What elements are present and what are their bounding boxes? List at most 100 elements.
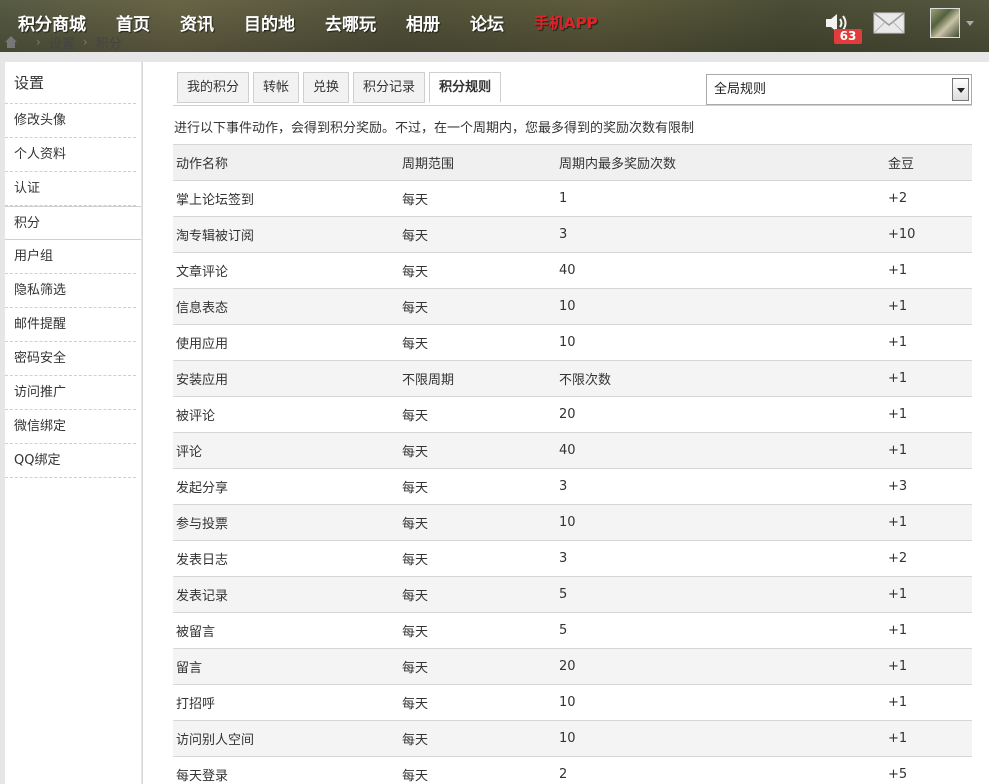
sidebar-item-qq[interactable]: QQ绑定 xyxy=(5,444,136,478)
cell-action-name: 发表日志 xyxy=(173,540,399,577)
cell-gold-beans: +1 xyxy=(885,576,972,613)
notification-badge[interactable]: 63 xyxy=(834,29,862,44)
cell-period: 每天 xyxy=(399,720,556,757)
cell-gold-beans: +2 xyxy=(885,180,972,217)
sidebar-item-password[interactable]: 密码安全 xyxy=(5,342,136,376)
cell-gold-beans: +1 xyxy=(885,360,972,397)
sidebar-item-points[interactable]: 积分 xyxy=(5,206,141,240)
cell-period: 每天 xyxy=(399,576,556,613)
user-avatar[interactable] xyxy=(930,8,960,38)
breadcrumb-settings[interactable]: 设置 xyxy=(49,33,75,52)
table-row: 访问别人空间 每天 10 +1 xyxy=(173,720,972,757)
cell-max-rewards: 10 xyxy=(556,324,885,361)
column-header-gold-beans: 金豆 xyxy=(885,144,972,181)
cell-max-rewards: 10 xyxy=(556,720,885,757)
column-header-max-rewards: 周期内最多奖励次数 xyxy=(556,144,885,181)
nav-item-where-to-go[interactable]: 去哪玩 xyxy=(325,8,376,36)
cell-action-name: 每天登录 xyxy=(173,756,399,784)
nav-item-mobile-app[interactable]: 手机APP xyxy=(534,8,598,36)
cell-gold-beans: +1 xyxy=(885,720,972,757)
cell-max-rewards: 不限次数 xyxy=(556,360,885,397)
points-tabs: 我的积分 转帐 兑换 积分记录 积分规则 xyxy=(177,72,505,103)
nav-item-album[interactable]: 相册 xyxy=(406,8,440,36)
table-row: 掌上论坛签到 每天 1 +2 xyxy=(173,180,972,217)
cell-max-rewards: 3 xyxy=(556,540,885,577)
sidebar-item-avatar[interactable]: 修改头像 xyxy=(5,104,136,138)
sidebar-item-referral[interactable]: 访问推广 xyxy=(5,376,136,410)
cell-action-name: 评论 xyxy=(173,432,399,469)
sidebar-title: 设置 xyxy=(5,62,136,104)
cell-max-rewards: 1 xyxy=(556,180,885,217)
mail-icon[interactable] xyxy=(873,12,905,34)
cell-max-rewards: 5 xyxy=(556,576,885,613)
cell-gold-beans: +1 xyxy=(885,288,972,325)
cell-gold-beans: +10 xyxy=(885,216,972,253)
tab-divider xyxy=(173,105,972,106)
sidebar-item-profile[interactable]: 个人资料 xyxy=(5,138,136,172)
table-row: 使用应用 每天 10 +1 xyxy=(173,324,972,361)
cell-period: 每天 xyxy=(399,540,556,577)
tab-points-rules[interactable]: 积分规则 xyxy=(429,72,502,103)
chevron-down-icon[interactable] xyxy=(952,78,969,101)
cell-action-name: 留言 xyxy=(173,648,399,685)
cell-gold-beans: +1 xyxy=(885,432,972,469)
cell-max-rewards: 10 xyxy=(556,684,885,721)
chevron-down-icon[interactable] xyxy=(966,21,974,26)
rules-notice: 进行以下事件动作，会得到积分奖励。不过，在一个周期内，您最多得到的奖励次数有限制 xyxy=(174,121,695,136)
tab-points-log[interactable]: 积分记录 xyxy=(353,72,426,103)
nav-item-news[interactable]: 资讯 xyxy=(180,8,214,36)
table-row: 安装应用 不限周期 不限次数 +1 xyxy=(173,360,972,397)
cell-period: 每天 xyxy=(399,684,556,721)
cell-max-rewards: 2 xyxy=(556,756,885,784)
tab-my-points[interactable]: 我的积分 xyxy=(177,72,250,103)
nav-item-destination[interactable]: 目的地 xyxy=(244,8,295,36)
cell-period: 每天 xyxy=(399,324,556,361)
cell-period: 每天 xyxy=(399,252,556,289)
cell-action-name: 被留言 xyxy=(173,612,399,649)
table-row: 评论 每天 40 +1 xyxy=(173,432,972,469)
breadcrumb: › 设置 › 积分 xyxy=(4,33,122,52)
cell-max-rewards: 10 xyxy=(556,504,885,541)
cell-gold-beans: +1 xyxy=(885,252,972,289)
home-icon[interactable] xyxy=(4,36,18,48)
rule-scope-value: 全局规则 xyxy=(714,82,767,97)
sidebar-item-email-alerts[interactable]: 邮件提醒 xyxy=(5,308,136,342)
rule-scope-select[interactable]: 全局规则 xyxy=(706,74,972,105)
cell-max-rewards: 5 xyxy=(556,612,885,649)
table-row: 留言 每天 20 +1 xyxy=(173,648,972,685)
sidebar-item-usergroup[interactable]: 用户组 xyxy=(5,240,136,274)
sidebar-item-wechat[interactable]: 微信绑定 xyxy=(5,410,136,444)
cell-action-name: 掌上论坛签到 xyxy=(173,180,399,217)
settings-sidebar: 设置 修改头像 个人资料 认证 积分 用户组 隐私筛选 邮件提醒 密码安全 访问… xyxy=(5,62,141,784)
cell-period: 每天 xyxy=(399,216,556,253)
main-nav: 积分商城 首页 资讯 目的地 去哪玩 相册 论坛 手机APP xyxy=(0,8,610,36)
cell-period: 每天 xyxy=(399,648,556,685)
tab-transfer[interactable]: 转帐 xyxy=(253,72,300,103)
cell-max-rewards: 20 xyxy=(556,648,885,685)
cell-gold-beans: +3 xyxy=(885,468,972,505)
cell-gold-beans: +1 xyxy=(885,648,972,685)
sidebar-item-privacy[interactable]: 隐私筛选 xyxy=(5,274,136,308)
column-header-action: 动作名称 xyxy=(173,144,399,181)
cell-action-name: 被评论 xyxy=(173,396,399,433)
table-row: 淘专辑被订阅 每天 3 +10 xyxy=(173,216,972,253)
tab-exchange[interactable]: 兑换 xyxy=(303,72,350,103)
cell-period: 每天 xyxy=(399,288,556,325)
breadcrumb-separator: › xyxy=(36,35,41,49)
cell-action-name: 信息表态 xyxy=(173,288,399,325)
cell-period: 每天 xyxy=(399,396,556,433)
table-header-row: 动作名称 周期范围 周期内最多奖励次数 金豆 xyxy=(173,144,972,181)
cell-gold-beans: +1 xyxy=(885,684,972,721)
table-row: 发表记录 每天 5 +1 xyxy=(173,576,972,613)
table-row: 打招呼 每天 10 +1 xyxy=(173,684,972,721)
nav-item-forum[interactable]: 论坛 xyxy=(470,8,504,36)
table-row: 每天登录 每天 2 +5 xyxy=(173,756,972,784)
cell-period: 不限周期 xyxy=(399,360,556,397)
cell-action-name: 发起分享 xyxy=(173,468,399,505)
breadcrumb-separator: › xyxy=(82,35,88,49)
sidebar-item-verification[interactable]: 认证 xyxy=(5,172,136,206)
cell-max-rewards: 3 xyxy=(556,216,885,253)
table-row: 发起分享 每天 3 +3 xyxy=(173,468,972,505)
table-row: 发表日志 每天 3 +2 xyxy=(173,540,972,577)
cell-action-name: 访问别人空间 xyxy=(173,720,399,757)
